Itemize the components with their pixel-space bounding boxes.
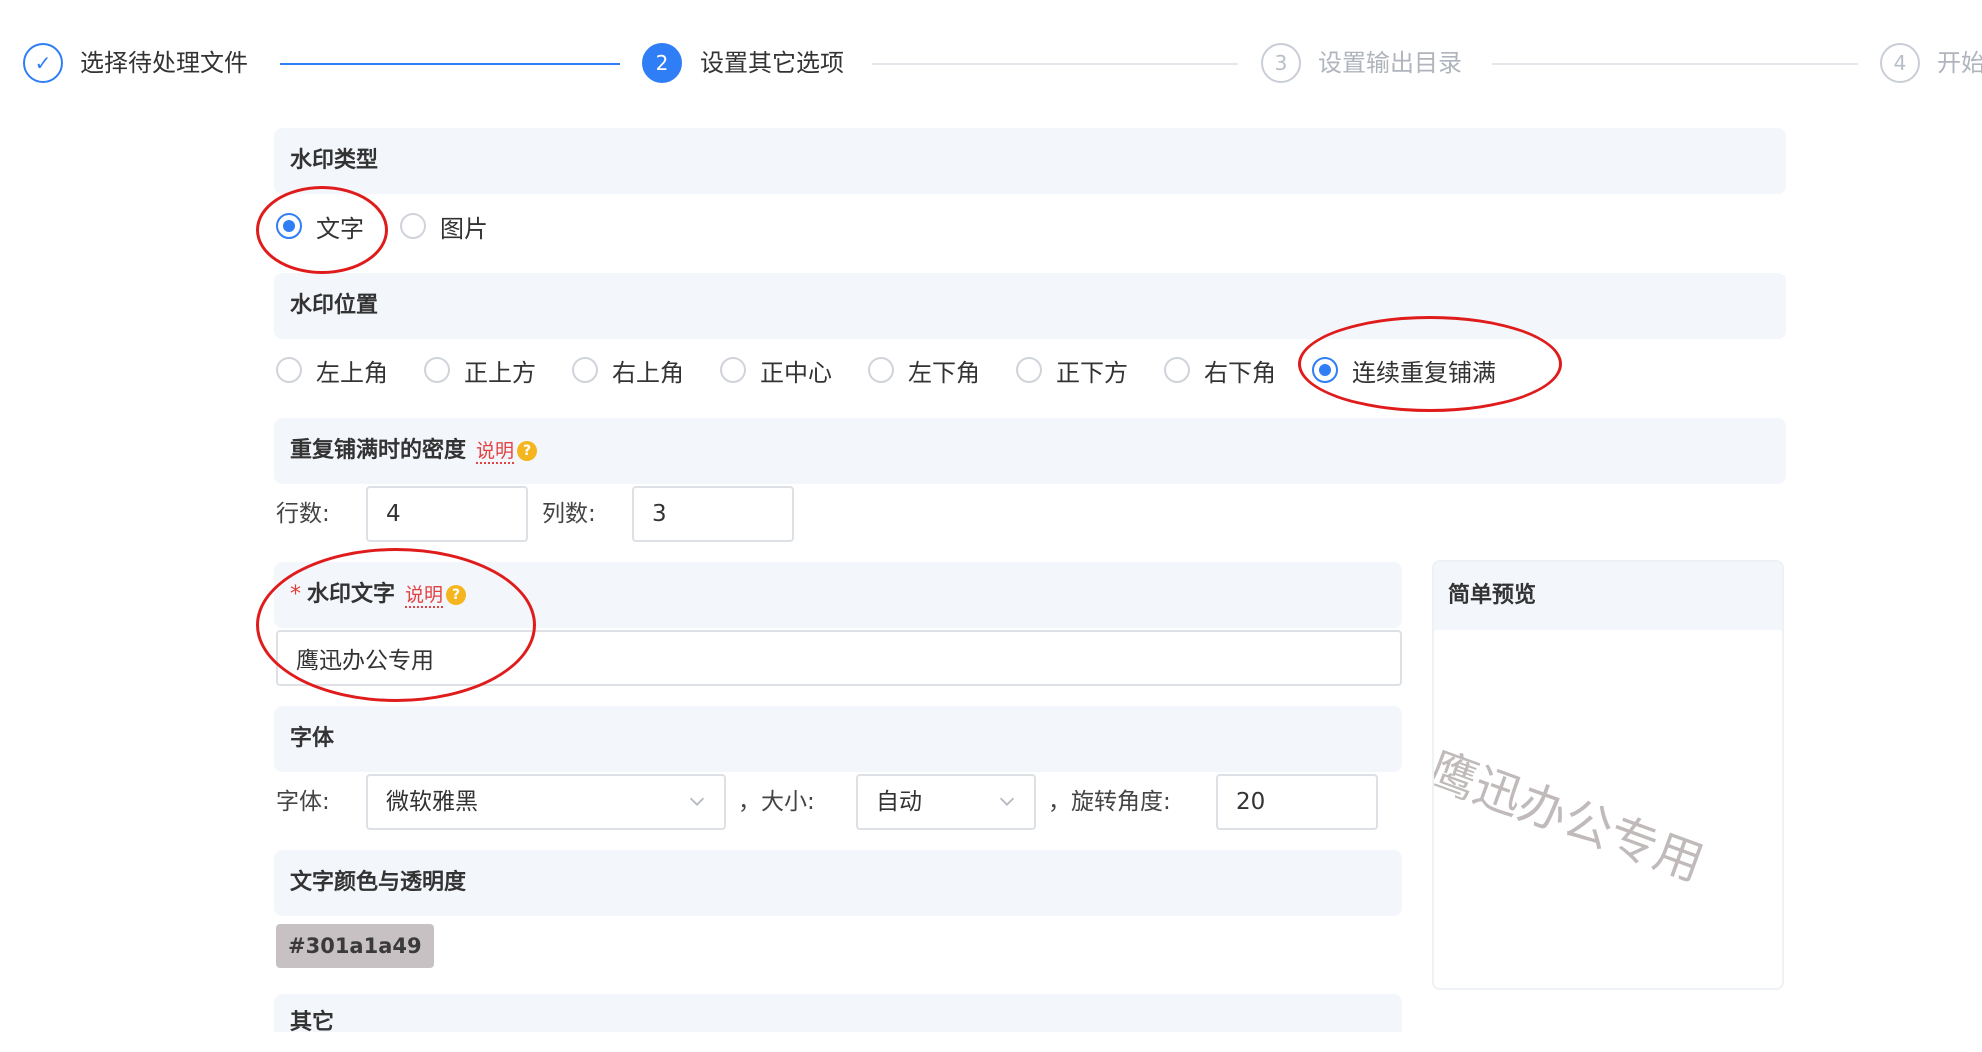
size-select[interactable]: 自动 [856,774,1036,830]
color-header: 文字颜色与透明度 [274,850,1402,916]
density-help-link[interactable]: 说明 [476,440,515,464]
radio-unchecked-icon[interactable] [276,357,302,383]
radio-pos-top-right[interactable]: 右上角 [572,353,684,388]
radio-unchecked-icon[interactable] [1164,357,1190,383]
radio-pos-bottom-right-label: 右下角 [1204,358,1276,387]
radio-pos-tile[interactable]: 连续重复铺满 [1312,353,1496,388]
radio-type-text[interactable]: 文字 [276,209,364,244]
watermark-text-help-link[interactable]: 说明 [405,584,444,608]
step-4-number[interactable]: 4 [1880,43,1920,83]
rotate-input[interactable] [1216,774,1378,830]
step-1-label[interactable]: 选择待处理文件 [80,46,248,80]
radio-pos-top-left[interactable]: 左上角 [276,353,388,388]
radio-pos-top-center-label: 正上方 [464,358,536,387]
radio-type-text-label: 文字 [316,214,364,243]
radio-unchecked-icon[interactable] [720,357,746,383]
chevron-down-icon[interactable] [686,790,708,812]
step-2-number[interactable]: 2 [642,43,682,83]
radio-pos-bottom-center-label: 正下方 [1056,358,1128,387]
radio-unchecked-icon[interactable] [424,357,450,383]
watermark-text-title: 水印文字 [307,582,396,607]
step-3-number[interactable]: 3 [1261,43,1301,83]
watermark-type-header: 水印类型 [274,128,1786,194]
radio-pos-top-center[interactable]: 正上方 [424,353,536,388]
required-mark: * [290,582,301,607]
watermark-type-title: 水印类型 [290,148,379,173]
watermark-text-header: * 水印文字 说明? [274,562,1402,628]
rotate-label: ，旋转角度: [1048,789,1171,815]
preview-watermark-text: 鹰迅办公专用 [1432,741,1711,893]
cols-label: 列数: [542,501,596,527]
size-select-value: 自动 [876,789,922,815]
watermark-text-input[interactable] [276,630,1402,686]
font-label: 字体: [276,789,330,815]
radio-type-image[interactable]: 图片 [400,209,488,244]
radio-pos-top-left-label: 左上角 [316,358,388,387]
step-4-label[interactable]: 开始 [1937,46,1982,80]
watermark-position-options: 左上角 正上方 右上角 正中心 左下角 正下方 右下角 连续重复铺满 [276,350,1532,390]
preview-panel: 简单预览 鹰迅办公专用 [1432,560,1784,990]
step-line-3 [1492,63,1858,65]
radio-unchecked-icon[interactable] [400,213,426,239]
watermark-position-header: 水印位置 [274,273,1786,339]
radio-pos-tile-label: 连续重复铺满 [1352,358,1496,387]
radio-pos-center[interactable]: 正中心 [720,353,832,388]
radio-unchecked-icon[interactable] [1016,357,1042,383]
font-title: 字体 [290,726,335,751]
radio-pos-bottom-center[interactable]: 正下方 [1016,353,1128,388]
rows-label: 行数: [276,501,330,527]
font-header: 字体 [274,706,1402,772]
radio-unchecked-icon[interactable] [572,357,598,383]
step-line-2 [872,63,1238,65]
question-icon[interactable]: ? [446,585,467,605]
rows-input[interactable] [366,486,528,542]
radio-unchecked-icon[interactable] [868,357,894,383]
step-3-label[interactable]: 设置输出目录 [1318,46,1462,80]
chevron-down-icon[interactable] [996,790,1018,812]
radio-pos-bottom-left[interactable]: 左下角 [868,353,980,388]
other-header: 其它 [274,994,1402,1035]
radio-pos-center-label: 正中心 [760,358,832,387]
radio-checked-icon[interactable] [276,213,302,239]
other-title: 其它 [290,1010,335,1035]
radio-pos-bottom-left-label: 左下角 [908,358,980,387]
cols-input[interactable] [632,486,794,542]
radio-pos-top-right-label: 右上角 [612,358,684,387]
color-title: 文字颜色与透明度 [290,870,467,895]
radio-pos-bottom-right[interactable]: 右下角 [1164,353,1276,388]
watermark-type-options: 文字 图片 [276,206,524,246]
radio-type-image-label: 图片 [440,214,488,243]
preview-title: 简单预览 [1434,562,1782,630]
question-icon[interactable]: ? [517,441,538,461]
color-picker-chip[interactable]: #301a1a49 [276,924,434,968]
steps-bar: ✓ 选择待处理文件 2 设置其它选项 3 设置输出目录 4 开始 [0,0,1982,128]
font-select-value: 微软雅黑 [386,789,478,815]
font-select[interactable]: 微软雅黑 [366,774,726,830]
step-line-1 [280,63,620,65]
size-label: ，大小: [738,789,815,815]
step-2-label[interactable]: 设置其它选项 [700,46,844,80]
radio-checked-icon[interactable] [1312,357,1338,383]
step-1-check-icon[interactable]: ✓ [23,43,63,83]
watermark-position-title: 水印位置 [290,293,379,318]
density-title: 重复铺满时的密度 [290,438,467,463]
density-header: 重复铺满时的密度 说明? [274,418,1786,484]
